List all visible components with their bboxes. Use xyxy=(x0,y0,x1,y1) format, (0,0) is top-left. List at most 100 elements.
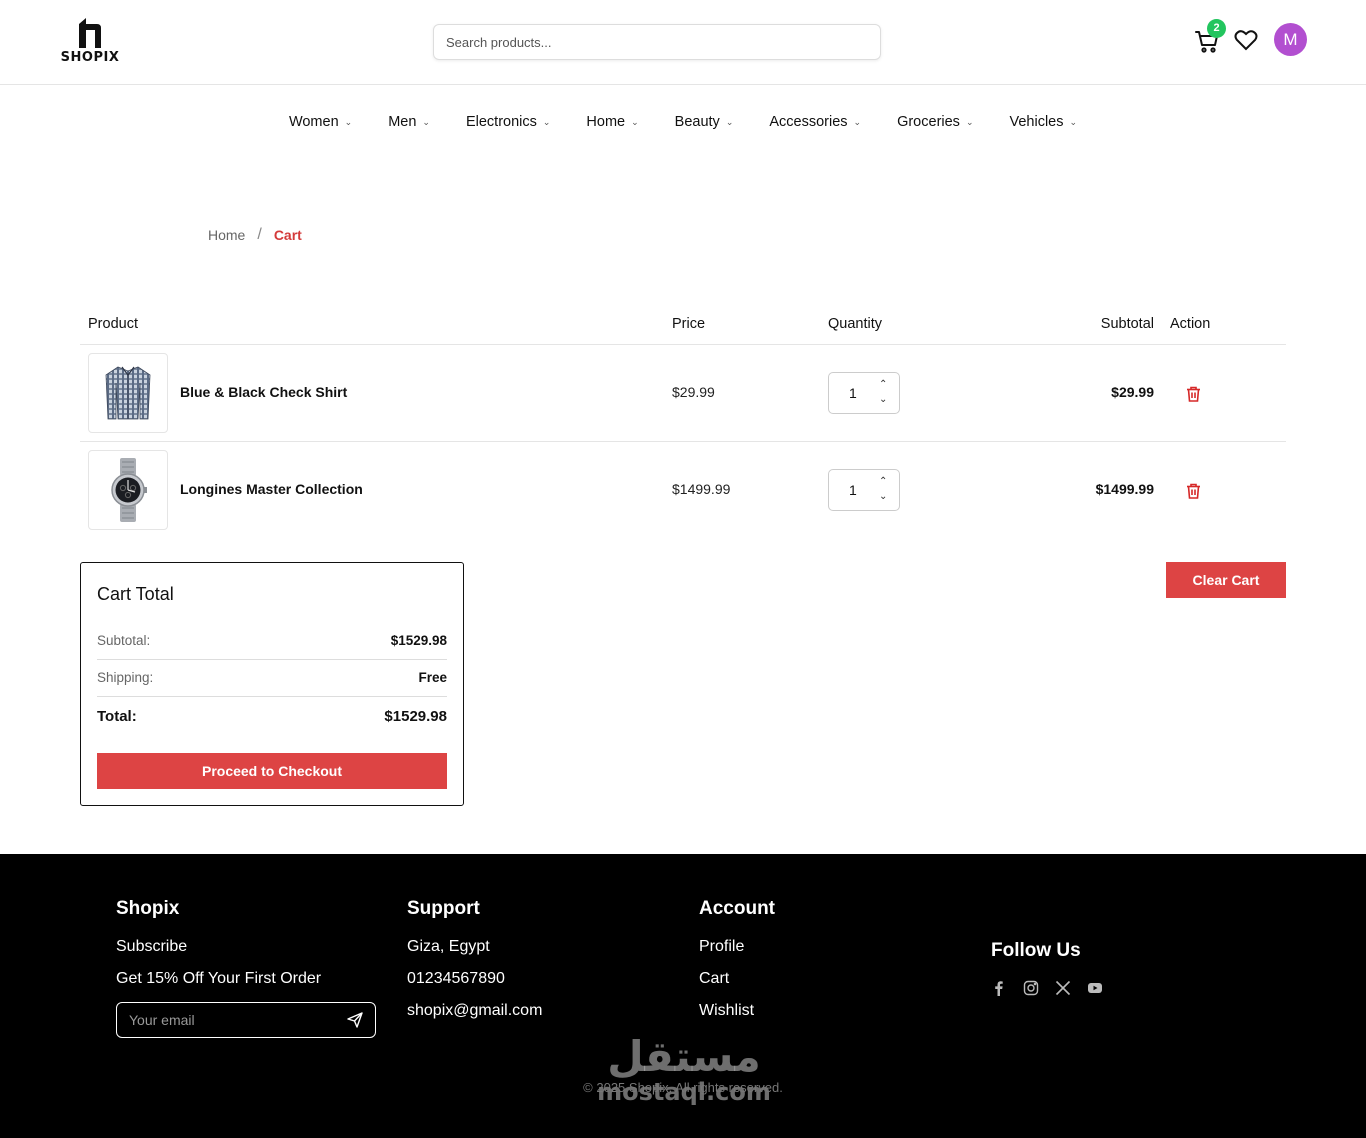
subtotal-row: Subtotal: $1529.98 xyxy=(97,633,447,648)
search-box[interactable] xyxy=(433,24,881,60)
site-header: SHOPIX 2 M xyxy=(0,0,1366,85)
shirt-image[interactable] xyxy=(88,353,168,433)
footer-brand-title: Shopix xyxy=(116,898,180,919)
product-name[interactable]: Longines Master Collection xyxy=(180,481,363,497)
mostaql-watermark: مستقل mostaql.com xyxy=(596,1034,772,1114)
table-row: Longines Master Collection $1499.99 1 ⌃ … xyxy=(80,442,1286,539)
shipping-row: Shipping: Free xyxy=(97,670,447,685)
footer-support-column: Support Giza, Egypt 01234567890 shopix@g… xyxy=(407,898,542,1034)
nav-label: Women xyxy=(288,114,339,130)
table-row: Blue & Black Check Shirt $29.99 1 ⌃ ⌄ $2… xyxy=(80,345,1286,442)
nav-item-accessories[interactable]: Accessories ⌄ xyxy=(769,108,861,136)
proceed-to-checkout-button[interactable]: Proceed to Checkout xyxy=(97,753,447,789)
header-product: Product xyxy=(88,316,138,332)
nav-label: Home xyxy=(586,114,626,130)
nav-item-groceries[interactable]: Groceries ⌄ xyxy=(897,108,973,136)
divider xyxy=(97,659,447,660)
nav-item-men[interactable]: Men ⌄ xyxy=(388,108,430,136)
cart-total-panel: Cart Total Subtotal: $1529.98 Shipping: … xyxy=(80,562,464,806)
chevron-down-icon: ⌄ xyxy=(1069,116,1078,127)
shipping-value: Free xyxy=(418,670,447,685)
footer-link-profile[interactable]: Profile xyxy=(699,938,775,956)
chevron-down-icon[interactable]: ⌄ xyxy=(879,394,887,405)
instagram-icon[interactable] xyxy=(1023,980,1039,996)
logo-text: SHOPIX xyxy=(60,50,120,65)
nav-label: Accessories xyxy=(769,114,848,130)
email-subscribe-box xyxy=(116,1002,376,1038)
nav-item-vehicles[interactable]: Vehicles ⌄ xyxy=(1009,108,1077,136)
offer-text: Get 15% Off Your First Order xyxy=(116,970,322,987)
subscribe-label: Subscribe xyxy=(116,938,188,955)
email-field[interactable] xyxy=(117,1003,337,1037)
shopix-logo[interactable]: SHOPIX xyxy=(60,18,120,68)
subtotal-value: $1529.98 xyxy=(390,633,447,648)
chevron-down-icon: ⌄ xyxy=(631,116,639,127)
nav-label: Groceries xyxy=(897,114,960,130)
chevron-down-icon: ⌄ xyxy=(725,116,734,127)
total-label: Total: xyxy=(97,708,137,725)
clear-cart-button[interactable]: Clear Cart xyxy=(1166,562,1286,598)
footer-follow-column: Follow Us xyxy=(991,940,1103,996)
nav-item-electronics[interactable]: Electronics ⌄ xyxy=(466,108,550,136)
chevron-down-icon: ⌄ xyxy=(422,116,430,127)
cart-count-badge: 2 xyxy=(1207,19,1226,38)
footer-link-wishlist[interactable]: Wishlist xyxy=(699,1002,775,1020)
subtotal-label: Subtotal: xyxy=(97,633,151,648)
product-name[interactable]: Blue & Black Check Shirt xyxy=(180,384,347,400)
quantity-stepper[interactable]: 1 ⌃ ⌄ xyxy=(828,469,900,511)
divider xyxy=(97,696,447,697)
table-header: Product Price Quantity Subtotal Action xyxy=(80,304,1286,345)
footer-account-title: Account xyxy=(699,898,775,919)
category-nav: Women ⌄ Men ⌄ Electronics ⌄ Home ⌄ Beauty ⌄ A… xyxy=(0,108,1366,136)
shipping-label: Shipping: xyxy=(97,670,154,685)
chevron-down-icon: ⌄ xyxy=(542,116,551,127)
support-email: shopix@gmail.com xyxy=(407,1002,543,1019)
chevron-down-icon[interactable]: ⌄ xyxy=(879,491,887,502)
product-price: $1499.99 xyxy=(672,481,731,497)
quantity-value[interactable]: 1 xyxy=(849,385,857,401)
quantity-stepper[interactable]: 1 ⌃ ⌄ xyxy=(828,372,900,414)
header-price: Price xyxy=(672,316,706,332)
breadcrumb-current: Cart xyxy=(273,227,302,243)
nav-item-home[interactable]: Home ⌄ xyxy=(586,108,638,136)
nav-item-women[interactable]: Women ⌄ xyxy=(289,108,352,136)
wishlist-heart-icon[interactable] xyxy=(1234,29,1260,55)
support-phone: 01234567890 xyxy=(407,970,505,987)
cart-table: Product Price Quantity Subtotal Action B xyxy=(80,304,1286,539)
footer-follow-title: Follow Us xyxy=(991,940,1081,961)
nav-item-beauty[interactable]: Beauty ⌄ xyxy=(675,108,734,136)
breadcrumb: Home / Cart xyxy=(208,226,302,244)
watermark-arabic: مستقل xyxy=(607,1032,761,1081)
footer-brand-column: Shopix Subscribe Get 15% Off Your First … xyxy=(116,898,376,1038)
cart-total-title: Cart Total xyxy=(97,584,174,604)
footer-link-cart[interactable]: Cart xyxy=(699,970,775,988)
chevron-up-icon[interactable]: ⌃ xyxy=(879,379,887,390)
footer-support-title: Support xyxy=(407,898,480,919)
watch-image[interactable] xyxy=(88,450,168,530)
quantity-value[interactable]: 1 xyxy=(849,482,857,498)
chevron-down-icon: ⌄ xyxy=(344,116,353,127)
x-icon[interactable] xyxy=(1055,980,1071,996)
youtube-icon[interactable] xyxy=(1087,980,1103,996)
breadcrumb-separator: / xyxy=(257,226,262,243)
facebook-icon[interactable] xyxy=(991,980,1007,996)
send-icon[interactable] xyxy=(347,1012,363,1033)
header-action: Action xyxy=(1170,316,1211,332)
social-links xyxy=(991,980,1103,996)
trash-icon[interactable] xyxy=(1186,483,1201,504)
row-subtotal: $1499.99 xyxy=(1095,481,1154,497)
user-avatar[interactable]: M xyxy=(1274,23,1307,56)
nav-label: Beauty xyxy=(674,114,720,130)
support-address: Giza, Egypt xyxy=(407,938,490,955)
breadcrumb-home-link[interactable]: Home xyxy=(208,227,245,243)
chevron-down-icon: ⌄ xyxy=(853,116,862,127)
header-quantity: Quantity xyxy=(828,316,882,332)
search-input[interactable] xyxy=(434,25,880,59)
trash-icon[interactable] xyxy=(1186,386,1201,407)
nav-label: Vehicles xyxy=(1009,114,1064,130)
chevron-down-icon: ⌄ xyxy=(965,116,974,127)
chevron-up-icon[interactable]: ⌃ xyxy=(879,476,887,487)
total-row: Total: $1529.98 xyxy=(97,708,447,725)
site-footer: Shopix Subscribe Get 15% Off Your First … xyxy=(0,854,1366,1138)
footer-account-column: Account Profile Cart Wishlist xyxy=(699,898,775,1034)
